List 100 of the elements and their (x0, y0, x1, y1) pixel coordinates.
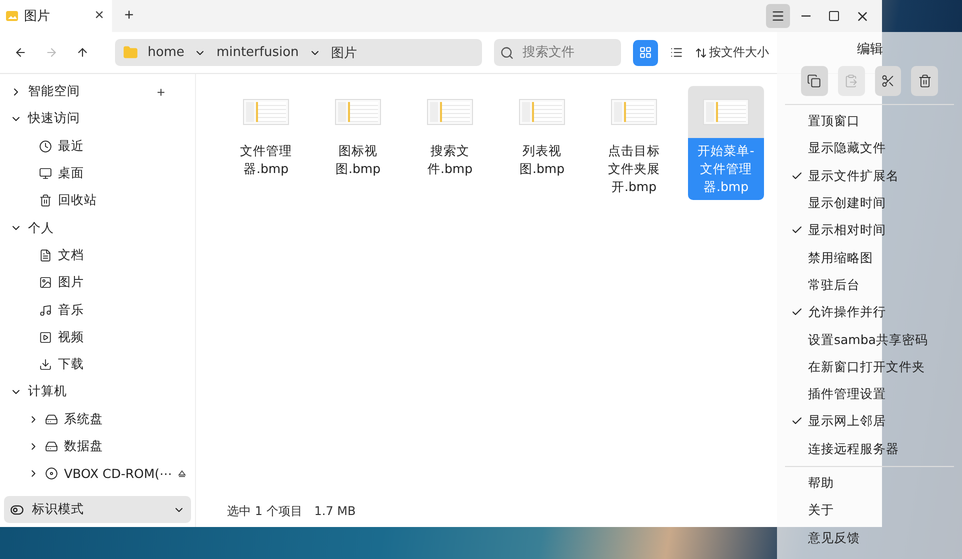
item-label: 数据盘 (64, 438, 103, 455)
screenshot-thumbnail-drawing (519, 99, 565, 125)
tab[interactable]: 图片 × (0, 0, 112, 32)
monitor-icon (39, 167, 52, 180)
list-icon (670, 46, 683, 59)
delete-button[interactable] (911, 66, 938, 96)
group-label: 计算机 (28, 383, 67, 400)
image-icon (39, 276, 52, 290)
sidebar-item[interactable]: 数据盘 (4, 432, 191, 460)
trash-icon (918, 74, 932, 88)
sidebar-item[interactable]: VBOX CD-ROM(⋯ (4, 460, 191, 488)
sidebar-group[interactable]: 快速访问 (4, 105, 191, 133)
menu-icon (771, 9, 785, 23)
sidebar-item[interactable]: 图片 (4, 269, 191, 296)
menu-item[interactable]: 显示隐藏文件 (785, 135, 954, 163)
group-label: 个人 (28, 220, 54, 237)
menu-item[interactable]: 在新窗口打开文件夹 (785, 354, 954, 381)
menu-item[interactable]: 显示文件扩展名 (785, 162, 954, 190)
file-name[interactable]: 图标视图.bmp (320, 138, 396, 182)
arrow-left-icon (14, 46, 27, 59)
arrow-up-icon (76, 46, 89, 59)
search-icon (500, 46, 514, 60)
menu-item[interactable]: 显示网上邻居 (785, 408, 954, 436)
add-button[interactable]: + (156, 84, 165, 100)
menu-item[interactable]: 帮助 (785, 470, 954, 498)
eject-icon[interactable] (178, 470, 186, 478)
status-text: 选中 1 个项目 (227, 502, 302, 520)
menu-button[interactable] (766, 4, 790, 28)
sidebar-item[interactable]: 回收站 (4, 187, 191, 214)
menu-item[interactable]: 允许操作并行 (785, 299, 954, 326)
item-label: 视频 (58, 328, 84, 346)
download-icon (39, 358, 52, 372)
menu-item[interactable]: 设置samba共享密码 (785, 326, 954, 354)
search-input[interactable]: 搜索文件 (520, 44, 610, 61)
menu-item[interactable]: 关于 (785, 497, 954, 524)
item-label: 下载 (58, 356, 84, 374)
menu-item[interactable]: 禁用缩略图 (785, 244, 954, 272)
group-label: 智能空间 (28, 83, 80, 100)
file-name[interactable]: 列表视图.bmp (504, 138, 580, 182)
mode-selector[interactable]: 标识模式 (4, 496, 191, 523)
copy-button[interactable] (801, 66, 828, 96)
menu-item[interactable]: 显示创建时间 (785, 190, 954, 218)
thumbnail[interactable] (688, 86, 764, 138)
folder-icon (122, 45, 138, 60)
menu-item[interactable]: 显示相对时间 (785, 217, 954, 244)
sidebar-item[interactable]: 视频 (4, 324, 191, 351)
item-label: 最近 (58, 138, 84, 155)
video-icon (39, 330, 52, 344)
menu-item[interactable]: 意见反馈 (785, 524, 954, 552)
sidebar-group[interactable]: 计算机 (4, 378, 191, 406)
breadcrumb-item[interactable]: 图片 (330, 44, 357, 62)
drive-icon (45, 412, 58, 426)
menu-item[interactable]: 连接远程服务器 (785, 436, 954, 463)
close-tab-button[interactable]: × (92, 7, 106, 25)
arrow-right-icon (44, 46, 58, 59)
item-label: 系统盘 (64, 410, 103, 428)
screenshot-thumbnail-drawing (335, 99, 381, 125)
search-field[interactable]: 搜索文件 (494, 39, 622, 66)
screenshot-thumbnail-drawing (243, 99, 289, 125)
item-label: VBOX CD-ROM(⋯ (64, 466, 172, 482)
sidebar-item[interactable]: 桌面 (4, 160, 191, 188)
item-label: 图片 (58, 274, 84, 292)
sort-button[interactable]: 按文件大小 (694, 44, 769, 61)
music-note-icon (39, 304, 52, 317)
sidebar-item[interactable]: 系统盘 (4, 406, 191, 433)
menu-item[interactable]: 置顶窗口 (785, 108, 954, 136)
sidebar-item[interactable]: 音乐 (4, 296, 191, 324)
item-label: 桌面 (58, 165, 84, 182)
breadcrumb-item[interactable]: minterfusion (216, 45, 299, 60)
toggle-icon (10, 502, 24, 516)
image-folder-icon (6, 11, 18, 21)
maximize-icon (828, 10, 840, 22)
sidebar-group[interactable]: 智能空间 + (4, 78, 191, 106)
sidebar-group[interactable]: 个人 (4, 214, 191, 242)
tab-label: 图片 (24, 8, 51, 25)
screenshot-thumbnail-drawing (611, 99, 657, 125)
menu-item[interactable]: 常驻后台 (785, 272, 954, 300)
menu-item[interactable]: 插件管理设置 (785, 380, 954, 408)
cut-button[interactable] (874, 66, 902, 96)
item-label: 音乐 (58, 302, 84, 319)
new-tab-button[interactable]: + (112, 0, 146, 32)
check-icon (791, 170, 803, 182)
sidebar-item[interactable]: 最近 (4, 132, 191, 160)
item-label: 文档 (58, 246, 84, 264)
sidebar-item[interactable]: 下载 (4, 350, 191, 378)
breadcrumb-item[interactable]: home (148, 45, 184, 60)
trash-icon (39, 194, 52, 208)
file-name[interactable]: 点击目标文件夹展开.bmp (596, 138, 672, 200)
grid-view-button[interactable] (633, 40, 658, 66)
menu-section-title: 编辑 (857, 41, 883, 58)
item-label: 回收站 (58, 192, 97, 210)
group-label: 快速访问 (28, 110, 80, 128)
scissors-icon (880, 74, 895, 88)
copy-icon (807, 74, 822, 88)
sidebar-item[interactable]: 文档 (4, 242, 191, 270)
clock-icon (39, 140, 52, 153)
file-name[interactable]: 文件管理器.bmp (228, 138, 304, 182)
disc-icon (45, 467, 58, 480)
document-icon (39, 248, 52, 262)
file-name[interactable]: 搜索文件.bmp (412, 138, 488, 182)
